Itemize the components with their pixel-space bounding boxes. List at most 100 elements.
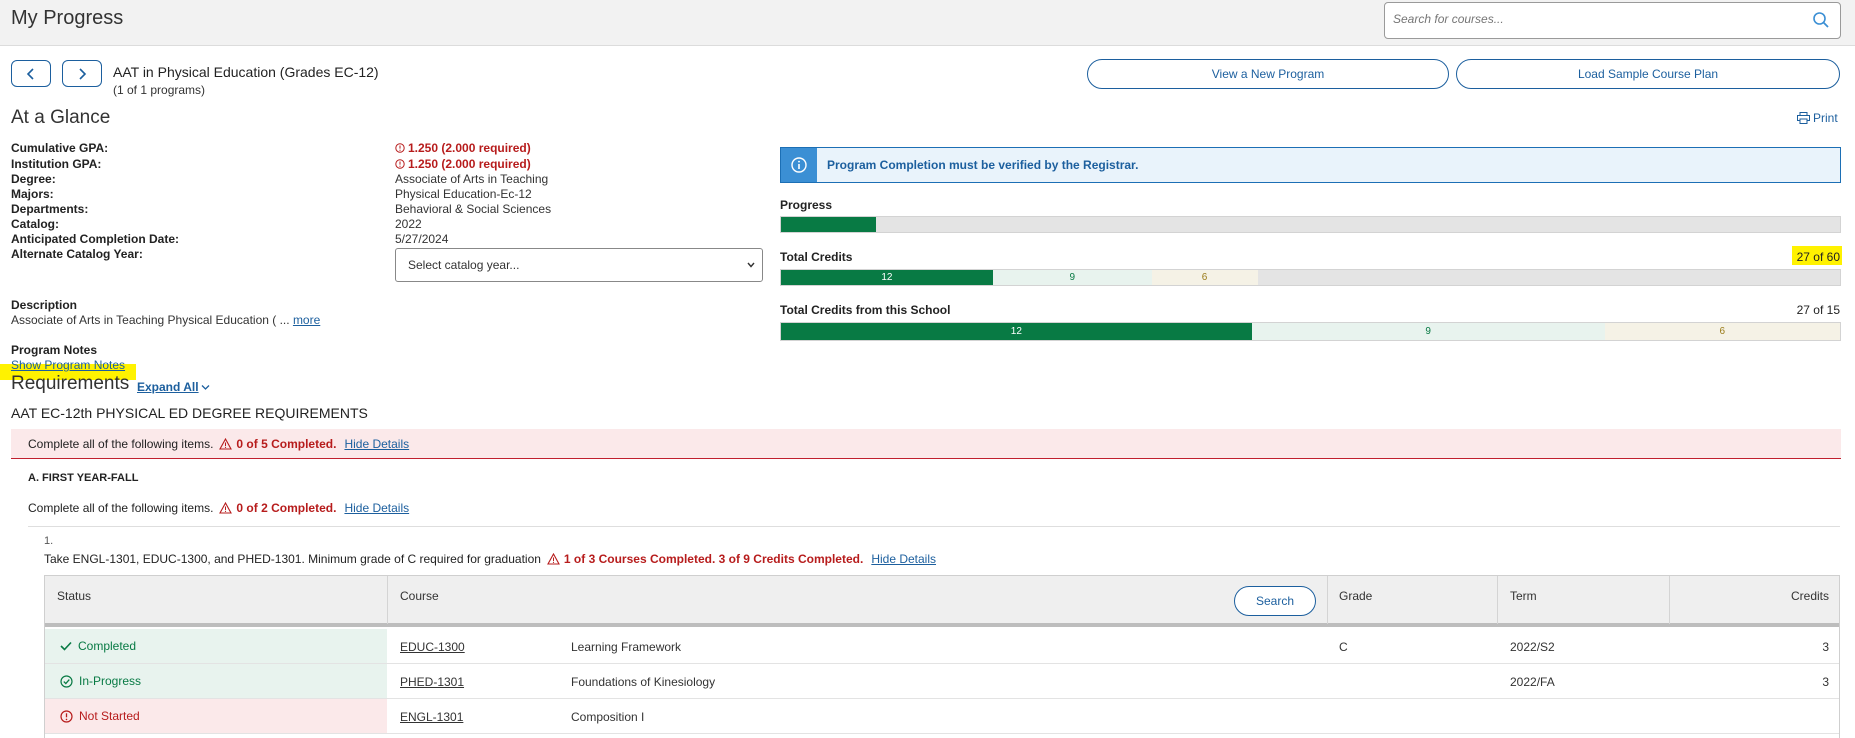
cumulative-gpa-value: 1.250 (2.000 required) [395, 141, 531, 155]
course-code-link[interactable]: EDUC-1300 [400, 640, 465, 654]
info-icon-cell [781, 148, 817, 182]
departments-label: Departments: [11, 202, 89, 216]
majors-label: Majors: [11, 187, 54, 201]
term-column-header: Term [1510, 589, 1537, 603]
course-title: Composition I [571, 710, 645, 724]
departments-value: Behavioral & Social Sciences [395, 202, 552, 216]
table-row: Not Started ENGL-1301 Composition I [45, 699, 1839, 734]
school-credits-planned-segment: 6 [1604, 323, 1840, 340]
course-title: Learning Framework [571, 640, 682, 654]
description-text: Associate of Arts in Teaching Physical E… [11, 313, 321, 327]
search-icon[interactable] [1812, 11, 1830, 32]
course-grade: C [1339, 640, 1348, 654]
status-in-progress: In-Progress [45, 664, 387, 698]
total-credits-planned-segment: 6 [1151, 270, 1258, 285]
course-code-link[interactable]: ENGL-1301 [400, 710, 463, 724]
school-credits-completed-segment: 12 [781, 323, 1252, 340]
degree-label: Degree: [11, 172, 56, 186]
chevron-down-icon [201, 384, 210, 390]
course-title: Foundations of Kinesiology [571, 675, 716, 689]
in-progress-check-icon [60, 674, 73, 688]
course-search-button[interactable]: Search [1234, 586, 1316, 616]
total-credits-label: Total Credits [780, 250, 853, 264]
alert-circle-icon [395, 143, 405, 153]
requirements-title: Requirements [11, 373, 130, 394]
chevron-left-icon [26, 67, 34, 80]
registrar-info-banner: Program Completion must be verified by t… [780, 147, 1841, 183]
total-credits-completed-segment: 12 [781, 270, 993, 285]
chevron-right-icon [79, 67, 87, 80]
school-credits-bar: 12 9 6 [780, 322, 1841, 341]
top-bar: My Progress [0, 0, 1855, 46]
course-code-link[interactable]: PHED-1301 [400, 675, 464, 689]
alert-circle-icon [60, 709, 73, 723]
hide-details-link[interactable]: Hide Details [344, 501, 409, 515]
catalog-value: 2022 [395, 217, 422, 231]
course-table: Status Course Search Grade Term Credits … [44, 575, 1840, 738]
description-label: Description [11, 298, 78, 312]
chevron-down-icon [747, 262, 755, 268]
course-term: 2022/FA [1510, 675, 1555, 689]
course-term: 2022/S2 [1510, 640, 1555, 654]
column-divider [1497, 576, 1498, 624]
table-row: Completed EDUC-1300 Learning Framework C… [45, 629, 1839, 664]
anticipated-completion-value: 5/27/2024 [395, 232, 449, 246]
warning-triangle-icon [546, 553, 560, 565]
total-credits-in-progress-segment: 9 [992, 270, 1152, 285]
alert-circle-icon [395, 159, 405, 169]
school-credits-label: Total Credits from this School [780, 303, 951, 317]
cumulative-gpa-label: Cumulative GPA: [11, 141, 109, 155]
alternate-catalog-label: Alternate Catalog Year: [11, 247, 143, 261]
school-credits-value: 27 of 15 [1796, 303, 1840, 317]
school-credits-in-progress-segment: 9 [1251, 323, 1605, 340]
load-sample-plan-button[interactable]: Load Sample Course Plan [1456, 59, 1840, 89]
first-year-fall-heading: A. FIRST YEAR-FALL [28, 472, 139, 484]
print-link[interactable]: Print [1797, 111, 1838, 125]
credits-column-header: Credits [1790, 589, 1829, 603]
status-column-header: Status [57, 589, 92, 603]
total-credits-bar: 12 9 6 [780, 269, 1841, 286]
more-link[interactable]: more [293, 313, 320, 327]
catalog-year-selected: Select catalog year... [408, 258, 520, 272]
warning-triangle-icon [219, 438, 233, 450]
column-divider [387, 576, 388, 624]
previous-program-button[interactable] [11, 60, 51, 87]
institution-gpa-label: Institution GPA: [11, 157, 102, 171]
program-count: (1 of 1 programs) [113, 83, 206, 97]
hide-details-link[interactable]: Hide Details [871, 552, 936, 566]
item-number: 1. [44, 535, 54, 547]
next-program-button[interactable] [62, 60, 102, 87]
hide-details-link[interactable]: Hide Details [344, 437, 409, 451]
divider [28, 526, 1840, 527]
view-new-program-button[interactable]: View a New Program [1087, 59, 1449, 89]
table-row: In-Progress PHED-1301 Foundations of Kin… [45, 664, 1839, 699]
degree-value: Associate of Arts in Teaching [395, 172, 549, 186]
program-notes-label: Program Notes [11, 343, 98, 357]
course-search-box[interactable] [1384, 2, 1841, 39]
total-credits-value: 27 of 60 [1796, 250, 1840, 264]
majors-value: Physical Education-Ec-12 [395, 187, 532, 201]
registrar-info-message: Program Completion must be verified by t… [827, 158, 1139, 172]
status-completed: Completed [45, 629, 387, 663]
column-divider [1669, 576, 1670, 624]
catalog-label: Catalog: [11, 217, 59, 231]
checkmark-icon [60, 641, 72, 651]
expand-all-link[interactable]: Expand All [137, 380, 210, 394]
institution-gpa-value: 1.250 (2.000 required) [395, 157, 531, 171]
info-icon [791, 157, 807, 173]
requirements-status: Complete all of the following items. 0 o… [28, 437, 410, 451]
course-credits: 3 [1822, 640, 1829, 654]
column-divider [1327, 576, 1328, 624]
progress-label: Progress [780, 198, 833, 212]
course-credits: 3 [1822, 675, 1829, 689]
course-table-header: Status Course Search Grade Term Credits [45, 575, 1839, 627]
catalog-year-select[interactable]: Select catalog year... [395, 248, 763, 282]
show-program-notes-link[interactable]: Show Program Notes [11, 358, 125, 372]
print-label: Print [1813, 111, 1838, 125]
at-a-glance-title: At a Glance [11, 107, 111, 128]
course-search-input[interactable] [1393, 12, 1793, 26]
item-1-status: Take ENGL-1301, EDUC-1300, and PHED-1301… [44, 552, 937, 566]
printer-icon [1797, 112, 1810, 124]
warning-triangle-icon [219, 502, 233, 514]
progress-bar-fill [781, 217, 877, 232]
